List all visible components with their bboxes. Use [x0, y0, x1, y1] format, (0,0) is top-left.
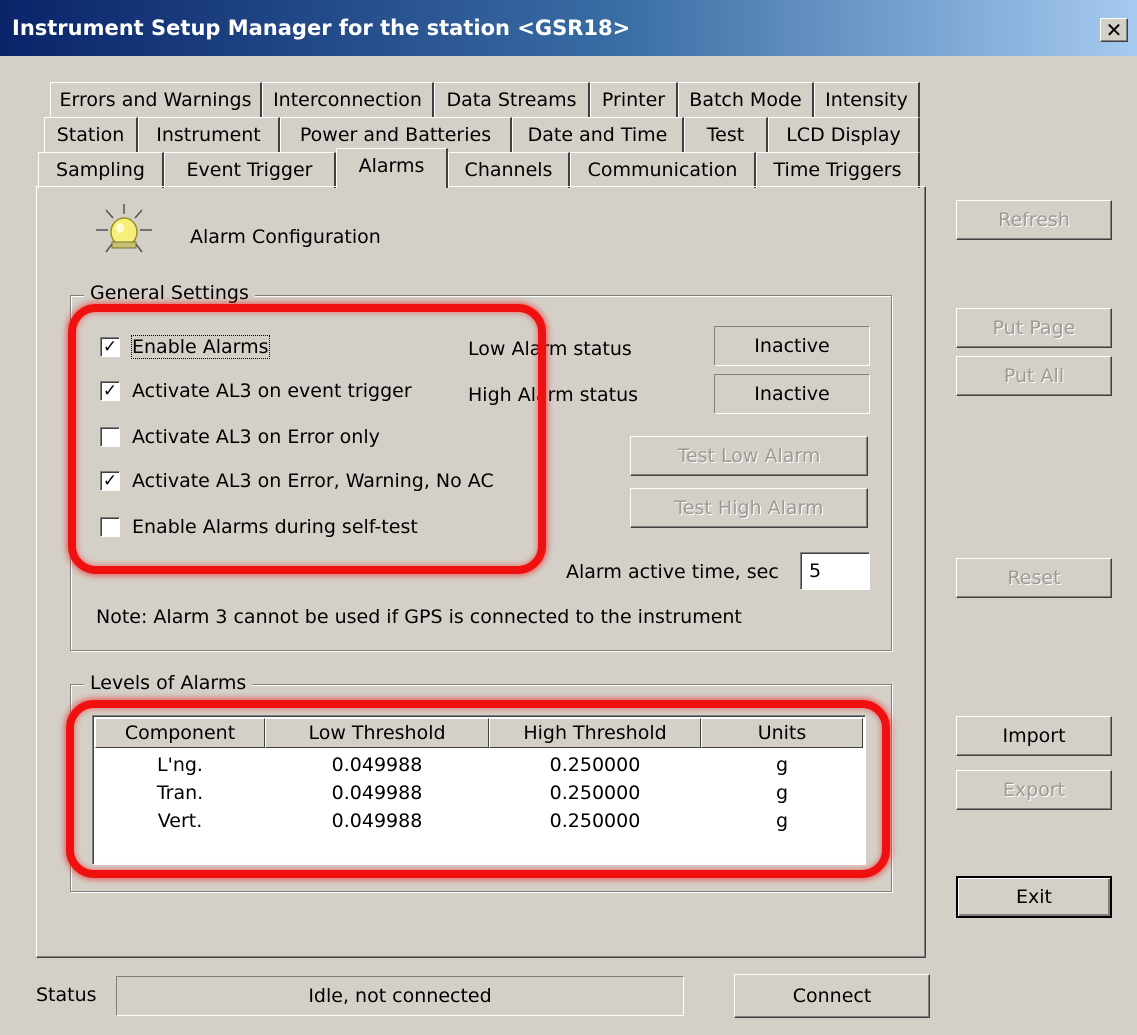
cell-low-threshold: 0.049988 — [331, 810, 423, 832]
tab-channels[interactable]: Channels — [448, 152, 570, 188]
tab-instrument[interactable]: Instrument — [138, 117, 280, 153]
page-title: Alarm Configuration — [190, 226, 381, 248]
alarm-active-time-input[interactable] — [800, 552, 870, 590]
activate-al3-error-only-checkbox[interactable]: Activate AL3 on Error only — [100, 426, 380, 448]
enable-alarms-self-test-checkbox[interactable]: Enable Alarms during self-test — [100, 516, 418, 538]
cell-low-threshold: 0.049988 — [331, 782, 423, 804]
tab-communication[interactable]: Communication — [570, 152, 756, 188]
alarm-active-time-label: Alarm active time, sec — [566, 561, 779, 583]
column-header-units[interactable]: Units — [701, 718, 863, 748]
tab-interconnection[interactable]: Interconnection — [262, 82, 434, 118]
status-label: Status — [36, 984, 97, 1006]
close-icon: ✕ — [1105, 18, 1123, 42]
import-button[interactable]: Import — [956, 716, 1112, 756]
test-low-alarm-button[interactable]: Test Low Alarm — [630, 436, 868, 476]
tab-errors-and-warnings[interactable]: Errors and Warnings — [50, 82, 262, 118]
cell-high-threshold: 0.250000 — [549, 810, 641, 832]
cell-component: L'ng. — [157, 754, 203, 776]
tab-time-triggers[interactable]: Time Triggers — [756, 152, 920, 188]
tab-station[interactable]: Station — [44, 117, 138, 153]
high-alarm-status-value: Inactive — [714, 374, 870, 414]
window-title: Instrument Setup Manager for the station… — [12, 16, 631, 40]
exit-button[interactable]: Exit — [956, 876, 1112, 918]
activate-al3-event-trigger-checkbox[interactable]: ✓ Activate AL3 on event trigger — [100, 380, 412, 402]
checkbox-box[interactable]: ✓ — [100, 337, 120, 357]
high-alarm-status-label: High Alarm status — [468, 384, 639, 406]
tab-date-and-time[interactable]: Date and Time — [512, 117, 684, 153]
alarm-light-icon — [92, 202, 156, 262]
tab-intensity[interactable]: Intensity — [814, 82, 920, 118]
cell-high-threshold: 0.250000 — [549, 782, 641, 804]
cell-component: Tran. — [156, 782, 204, 804]
tab-event-trigger[interactable]: Event Trigger — [164, 152, 336, 188]
status-value: Idle, not connected — [116, 976, 684, 1016]
connect-button[interactable]: Connect — [734, 974, 930, 1018]
column-header-high-threshold[interactable]: High Threshold — [489, 718, 701, 748]
close-button[interactable]: ✕ — [1100, 18, 1128, 42]
cell-component: Vert. — [157, 810, 203, 832]
tab-printer[interactable]: Printer — [590, 82, 678, 118]
tab-test[interactable]: Test — [684, 117, 768, 153]
tab-batch-mode[interactable]: Batch Mode — [678, 82, 814, 118]
test-high-alarm-button[interactable]: Test High Alarm — [630, 488, 868, 528]
levels-of-alarms-title: Levels of Alarms — [84, 672, 253, 694]
tab-data-streams[interactable]: Data Streams — [434, 82, 590, 118]
cell-high-threshold: 0.250000 — [549, 754, 641, 776]
refresh-button[interactable]: Refresh — [956, 200, 1112, 240]
general-settings-title: General Settings — [84, 282, 255, 304]
tab-sampling[interactable]: Sampling — [38, 152, 164, 188]
put-page-button[interactable]: Put Page — [956, 308, 1112, 348]
checkbox-box[interactable] — [100, 427, 120, 447]
cell-units: g — [775, 754, 789, 776]
cell-units: g — [775, 810, 789, 832]
enable-alarms-checkbox[interactable]: ✓ Enable Alarms — [100, 335, 270, 359]
checkbox-box[interactable]: ✓ — [100, 381, 120, 401]
tab-lcd-display[interactable]: LCD Display — [768, 117, 920, 153]
column-header-component[interactable]: Component — [95, 718, 265, 748]
checkbox-box[interactable] — [100, 517, 120, 537]
low-alarm-status-label: Low Alarm status — [468, 338, 632, 360]
reset-button[interactable]: Reset — [956, 558, 1112, 598]
gps-note: Note: Alarm 3 cannot be used if GPS is c… — [96, 606, 742, 628]
low-alarm-status-value: Inactive — [714, 326, 870, 366]
alarm-levels-list[interactable]: Component Low Threshold High Threshold U… — [92, 715, 866, 865]
put-all-button[interactable]: Put All — [956, 356, 1112, 396]
column-header-low-threshold[interactable]: Low Threshold — [265, 718, 489, 748]
checkbox-box[interactable]: ✓ — [100, 471, 120, 491]
cell-units: g — [775, 782, 789, 804]
activate-al3-error-warning-noac-checkbox[interactable]: ✓ Activate AL3 on Error, Warning, No AC — [100, 470, 494, 492]
export-button[interactable]: Export — [956, 770, 1112, 810]
tab-alarms[interactable]: Alarms — [336, 148, 448, 188]
cell-low-threshold: 0.049988 — [331, 754, 423, 776]
